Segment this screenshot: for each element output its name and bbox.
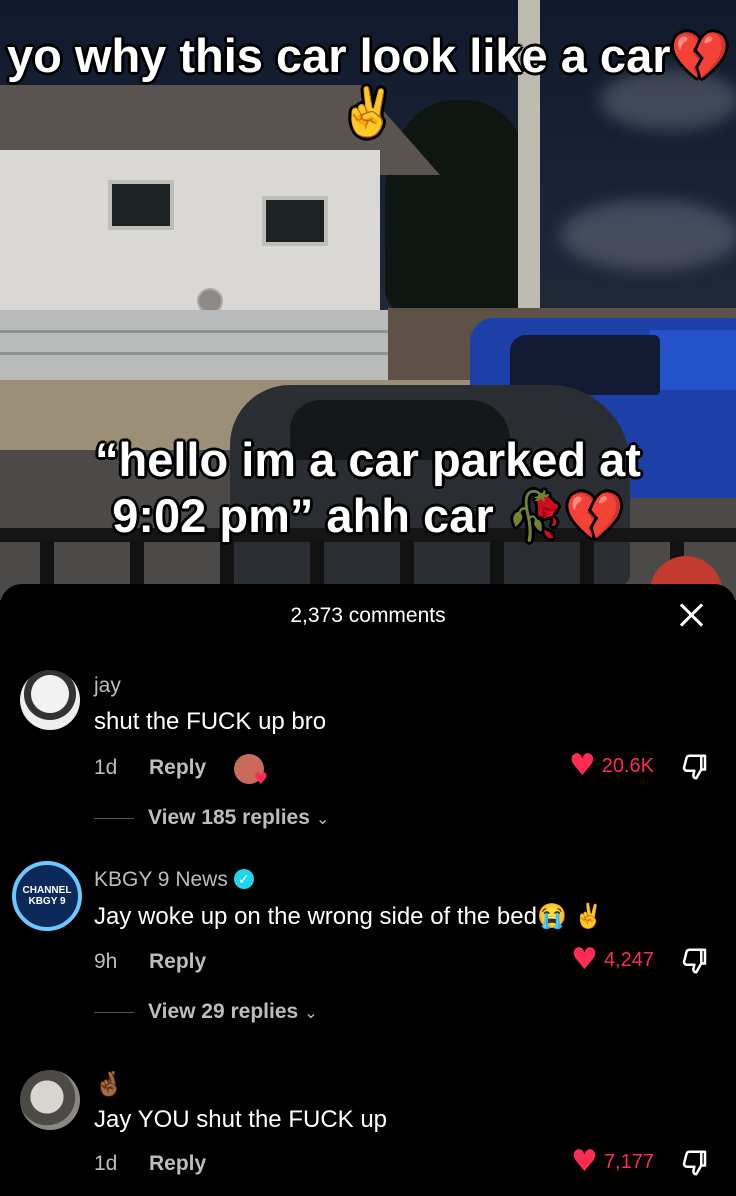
heart-icon: ♥ [568, 748, 596, 783]
comments-sheet: 2,373 comments jay shut the FUCK up bro … [0, 584, 736, 1196]
verified-badge-icon: ✓ [233, 869, 254, 889]
comment-username[interactable]: jay [94, 674, 121, 698]
close-icon[interactable] [676, 600, 706, 630]
tiktok-screen: yo why this car look like a car💔✌️ “hell… [0, 0, 736, 1196]
comments-count-title: 2,373 comments [290, 604, 446, 627]
video-player[interactable]: yo why this car look like a car💔✌️ “hell… [0, 0, 736, 600]
comment-username: KBGY 9 News [94, 868, 228, 891]
view-replies-button[interactable]: View 185 replies ⌄ [94, 806, 329, 830]
view-replies-label: View 29 replies [148, 1000, 299, 1023]
heart-icon: ♥ [571, 1144, 598, 1179]
fence-rail [0, 352, 390, 355]
channel-logo: CHANNEL KBGY 9 [22, 885, 72, 907]
like-count: 7,177 [603, 1150, 654, 1173]
comment-text: Jay YOU shut the FUCK up [94, 1106, 388, 1133]
comment-time: 9h [94, 950, 118, 973]
reply-button[interactable]: Reply [149, 950, 206, 974]
comment-time: 1d [94, 756, 118, 779]
cloud [560, 200, 736, 270]
like-count: 20.6K [601, 754, 654, 777]
comment-time: 1d [94, 1152, 118, 1175]
view-replies-label: View 185 replies [148, 806, 310, 829]
fence-rail [0, 330, 390, 333]
dislike-icon[interactable] [680, 946, 710, 976]
truck-bed [650, 330, 736, 390]
reply-button[interactable]: Reply [149, 756, 206, 780]
house-window [108, 180, 174, 230]
avatar[interactable] [20, 670, 80, 730]
comment-username-row[interactable]: KBGY 9 News ✓ [94, 868, 254, 892]
dislike-icon[interactable] [680, 1148, 710, 1178]
heart-icon: ♥ [253, 769, 268, 788]
heart-icon: ♥ [571, 942, 598, 977]
comment-text: Jay woke up on the wrong side of the bed… [94, 903, 604, 930]
reply-button[interactable]: Reply [149, 1152, 206, 1176]
divider [94, 817, 134, 819]
comment-text: shut the FUCK up bro [94, 708, 327, 735]
dislike-icon[interactable] [680, 752, 710, 782]
avatar[interactable]: CHANNEL KBGY 9 [12, 861, 82, 931]
divider [94, 1011, 134, 1013]
comment-username[interactable]: 🤞🏾 [94, 1070, 124, 1098]
liked-by-creator-badge: ♥ [234, 754, 268, 788]
like-button[interactable]: ♥ 7,177 [571, 1144, 654, 1179]
video-caption-top: yo why this car look like a car💔✌️ [6, 29, 730, 138]
video-caption-bottom: “hello im a car parked at 9:02 pm” ahh c… [95, 433, 641, 542]
like-count: 4,247 [603, 948, 654, 971]
white-fence [0, 310, 390, 385]
chevron-down-icon: ⌄ [315, 808, 330, 828]
chevron-down-icon: ⌄ [304, 1002, 318, 1022]
view-replies-button[interactable]: View 29 replies ⌄ [94, 1000, 318, 1024]
avatar[interactable] [20, 1070, 80, 1130]
like-button[interactable]: ♥ 4,247 [571, 942, 654, 977]
like-button[interactable]: ♥ 20.6K [568, 748, 654, 783]
house-window [262, 196, 328, 246]
